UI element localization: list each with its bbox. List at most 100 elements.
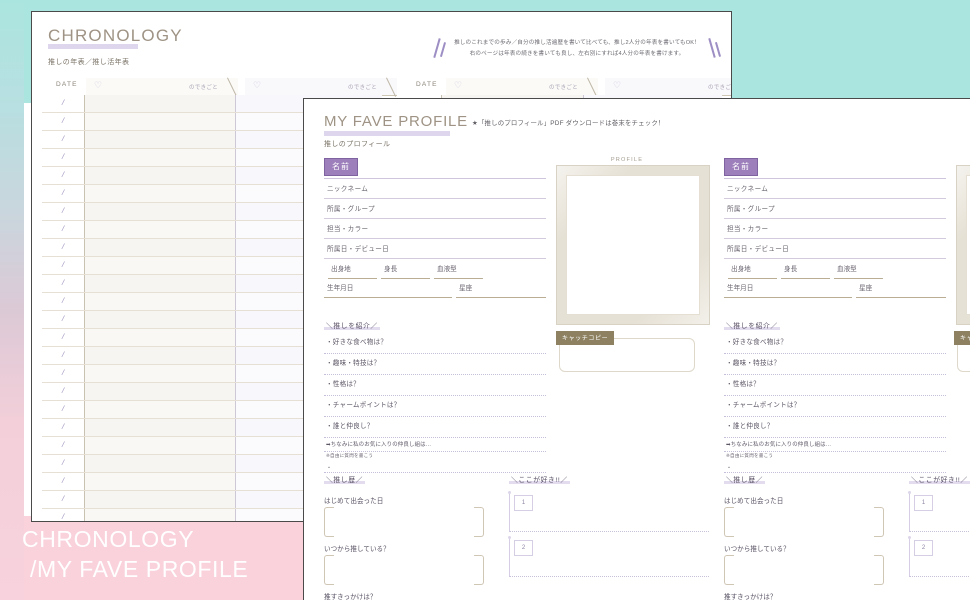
row-date-cell[interactable]: / [42,275,84,292]
history-input-1-right[interactable] [724,507,884,537]
field-zodiac[interactable]: 星座 [456,278,546,298]
row-date-cell[interactable]: / [42,311,84,328]
row-event-cell-1[interactable] [83,311,235,328]
row-event-cell-1[interactable] [83,293,235,310]
row-date-cell[interactable]: / [42,509,84,521]
field-group[interactable]: 所属・グループ [324,199,546,219]
screenshot-stage: CHRONOLOGY 推しの年表／推し活年表 推しのこれまでの歩み／自分の推し活… [0,0,970,600]
date-slash: / [61,223,66,234]
field-birthplace[interactable]: 出身地 [328,259,377,279]
row-date-cell[interactable]: / [42,491,84,508]
row-date-cell[interactable]: / [42,293,84,310]
favorite-box-1[interactable]: 1 [508,491,709,532]
row-event-cell-1[interactable] [83,419,235,436]
row-event-cell-1[interactable] [83,167,235,184]
row-date-cell[interactable]: / [42,185,84,202]
field-bloodtype-right[interactable]: 血液型 [834,259,883,279]
row-date-cell[interactable]: / [42,221,84,238]
row-event-cell-1[interactable] [83,149,235,166]
question-food[interactable]: ・好きな食べ物は？ [324,333,546,354]
row-date-cell[interactable]: / [42,203,84,220]
field-debut-date-right[interactable]: 所属日・デビュー日 [724,239,946,259]
row-event-cell-1[interactable] [83,95,235,112]
question-hobby[interactable]: ・趣味・特技は？ [324,354,546,375]
row-event-cell-1[interactable] [83,455,235,472]
row-event-cell-1[interactable] [83,437,235,454]
history-input-2[interactable] [324,555,484,585]
row-date-cell[interactable]: / [42,419,84,436]
field-nickname-right[interactable]: ニックネーム [724,179,946,199]
row-event-cell-1[interactable] [83,401,235,418]
row-event-cell-1[interactable] [83,365,235,382]
row-event-cell-1[interactable] [83,221,235,238]
row-date-cell[interactable]: / [42,239,84,256]
row-event-cell-1[interactable] [83,131,235,148]
question-label: ・チャームポイントは？ [726,402,801,409]
question-friends[interactable]: ・誰と仲良し？ [324,417,546,438]
row-date-cell[interactable]: / [42,167,84,184]
favorite-heading: ＼ここが好き!!／ [509,474,570,484]
field-color-right[interactable]: 担当・カラー [724,219,946,239]
row-date-cell[interactable]: / [42,113,84,130]
row-event-cell-1[interactable] [83,239,235,256]
favorite-box-2-right[interactable]: 2 [908,536,970,577]
field-debut-date[interactable]: 所属日・デビュー日 [324,239,546,259]
photo-frame[interactable] [557,166,709,324]
question-favorite-pair-right[interactable]: ➡ちなみに私のお気に入りの仲良し組は… [724,438,946,452]
row-event-cell-1[interactable] [83,509,235,521]
photo-placeholder-right[interactable] [966,175,970,315]
field-birthday-right[interactable]: 生年月日 [724,278,852,298]
row-date-cell[interactable]: / [42,149,84,166]
row-event-cell-1[interactable] [83,329,235,346]
row-date-cell[interactable]: / [42,473,84,490]
catch-copy-box-right[interactable]: キャッチコピー [954,331,970,372]
history-heading-right: ＼推し歴／ [724,474,765,484]
row-event-cell-1[interactable] [83,383,235,400]
field-birthday[interactable]: 生年月日 [324,278,452,298]
row-date-cell[interactable]: / [42,347,84,364]
row-date-cell[interactable]: / [42,437,84,454]
field-group-right[interactable]: 所属・グループ [724,199,946,219]
field-color[interactable]: 担当・カラー [324,219,546,239]
favorite-section-right: ＼ここが好き!!／ 1 2 [908,469,970,577]
question-charm-right[interactable]: ・チャームポイントは？ [724,396,946,417]
question-food-right[interactable]: ・好きな食べ物は？ [724,333,946,354]
history-input-2-right[interactable] [724,555,884,585]
row-date-cell[interactable]: / [42,401,84,418]
row-date-cell[interactable]: / [42,383,84,400]
history-input-1[interactable] [324,507,484,537]
row-date-cell[interactable]: / [42,365,84,382]
question-label: ➡ちなみに私のお気に入りの仲良し組は… [326,442,432,448]
row-event-cell-1[interactable] [83,185,235,202]
field-nickname[interactable]: ニックネーム [324,179,546,199]
row-event-cell-1[interactable] [83,491,235,508]
field-birthplace-right[interactable]: 出身地 [728,259,777,279]
question-hobby-right[interactable]: ・趣味・特技は？ [724,354,946,375]
row-date-cell[interactable]: / [42,329,84,346]
field-height[interactable]: 身長 [381,259,430,279]
row-event-cell-1[interactable] [83,113,235,130]
question-personality[interactable]: ・性格は？ [324,375,546,396]
photo-frame-right[interactable] [957,166,970,324]
field-zodiac-right[interactable]: 星座 [856,278,946,298]
row-event-cell-1[interactable] [83,257,235,274]
question-friends-right[interactable]: ・誰と仲良し？ [724,417,946,438]
favorite-section: ＼ここが好き!!／ 1 2 [508,469,709,577]
favorite-box-1-right[interactable]: 1 [908,491,970,532]
row-date-cell[interactable]: / [42,131,84,148]
row-event-cell-1[interactable] [83,275,235,292]
row-event-cell-1[interactable] [83,203,235,220]
photo-placeholder[interactable] [566,175,700,315]
row-event-cell-1[interactable] [83,473,235,490]
question-charm[interactable]: ・チャームポイントは？ [324,396,546,417]
row-date-cell[interactable]: / [42,455,84,472]
question-favorite-pair[interactable]: ➡ちなみに私のお気に入りの仲良し組は… [324,438,546,452]
favorite-box-2[interactable]: 2 [508,536,709,577]
field-bloodtype[interactable]: 血液型 [434,259,483,279]
catch-copy-box[interactable]: キャッチコピー [556,331,695,372]
row-date-cell[interactable]: / [42,257,84,274]
field-height-right[interactable]: 身長 [781,259,830,279]
question-personality-right[interactable]: ・性格は？ [724,375,946,396]
row-date-cell[interactable]: / [42,95,84,112]
row-event-cell-1[interactable] [83,347,235,364]
